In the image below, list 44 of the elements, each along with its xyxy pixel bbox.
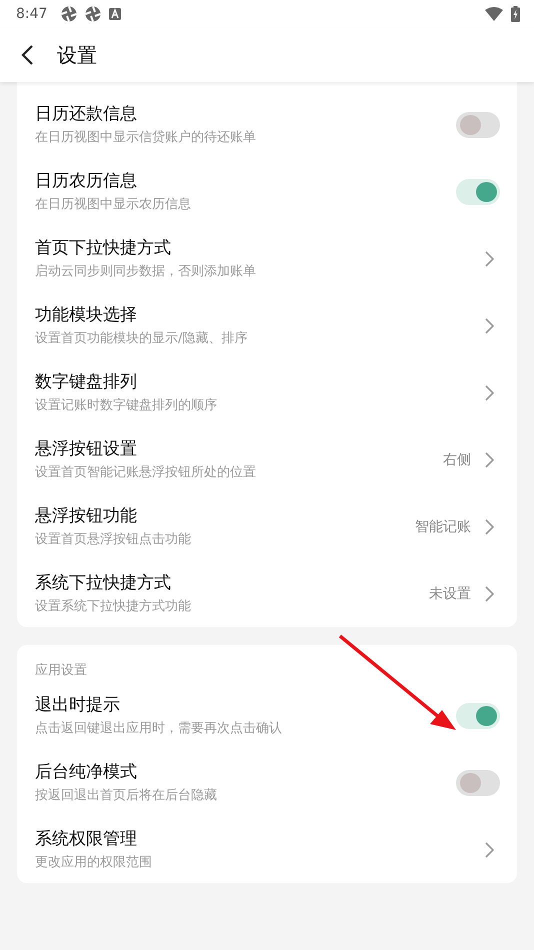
setting-title: 数字键盘排列 bbox=[35, 370, 138, 392]
chevron-right-icon[interactable] bbox=[485, 586, 494, 602]
setting-title: 退出时提示 bbox=[35, 694, 121, 716]
setting-title: 后台纯净模式 bbox=[35, 760, 138, 782]
chevron-right-icon[interactable] bbox=[485, 384, 494, 400]
setting-title: 系统权限管理 bbox=[35, 828, 138, 850]
chevron-right-icon[interactable] bbox=[485, 842, 494, 858]
setting-title: 日历还款信息 bbox=[35, 102, 138, 124]
toggle-switch[interactable] bbox=[456, 178, 500, 204]
toggle-switch[interactable] bbox=[456, 112, 500, 138]
aperture-icon bbox=[61, 6, 78, 22]
setting-title: 悬浮按钮功能 bbox=[35, 504, 138, 526]
chevron-right-icon[interactable] bbox=[485, 452, 494, 468]
setting-description: 在日历视图中显示农历信息 bbox=[35, 196, 192, 214]
section-header: 应用设置 bbox=[34, 662, 88, 680]
setting-title: 首页下拉快捷方式 bbox=[35, 236, 172, 258]
setting-value: 智能记账 bbox=[415, 518, 471, 536]
setting-title: 系统下拉快捷方式 bbox=[35, 572, 172, 594]
chevron-right-icon[interactable] bbox=[485, 250, 494, 266]
setting-description: 设置首页悬浮按钮点击功能 bbox=[35, 530, 192, 548]
setting-description: 设置系统下拉快捷方式功能 bbox=[35, 598, 192, 616]
setting-description: 点击返回键退出应用时，需要再次点击确认 bbox=[35, 720, 283, 738]
page-title: 设置 bbox=[57, 42, 97, 68]
setting-description: 设置首页智能记账悬浮按钮所处的位置 bbox=[35, 464, 257, 482]
setting-description: 设置记账时数字键盘排列的顺序 bbox=[35, 396, 218, 414]
setting-title: 功能模块选择 bbox=[35, 304, 138, 326]
toggle-switch[interactable] bbox=[456, 770, 500, 796]
status-time: 8:47 bbox=[16, 6, 48, 22]
battery-icon bbox=[511, 6, 520, 22]
setting-value: 右侧 bbox=[443, 450, 471, 468]
wifi-icon bbox=[485, 7, 503, 21]
setting-title: 日历农历信息 bbox=[35, 170, 138, 192]
notification-icon bbox=[109, 8, 122, 20]
chevron-right-icon[interactable] bbox=[485, 518, 494, 534]
setting-value: 未设置 bbox=[429, 584, 471, 602]
toggle-switch[interactable] bbox=[456, 702, 500, 728]
setting-description: 设置首页功能模块的显示/隐藏、排序 bbox=[35, 330, 248, 348]
setting-title: 悬浮按钮设置 bbox=[35, 438, 138, 460]
aperture-icon bbox=[85, 6, 102, 22]
setting-description: 更改应用的权限范围 bbox=[35, 854, 153, 872]
setting-description: 按返回退出首页后将在后台隐藏 bbox=[35, 786, 218, 804]
setting-description: 在日历视图中显示信贷账户的待还账单 bbox=[35, 128, 257, 146]
chevron-right-icon[interactable] bbox=[485, 318, 494, 334]
setting-description: 启动云同步则同步数据，否则添加账单 bbox=[35, 262, 257, 280]
